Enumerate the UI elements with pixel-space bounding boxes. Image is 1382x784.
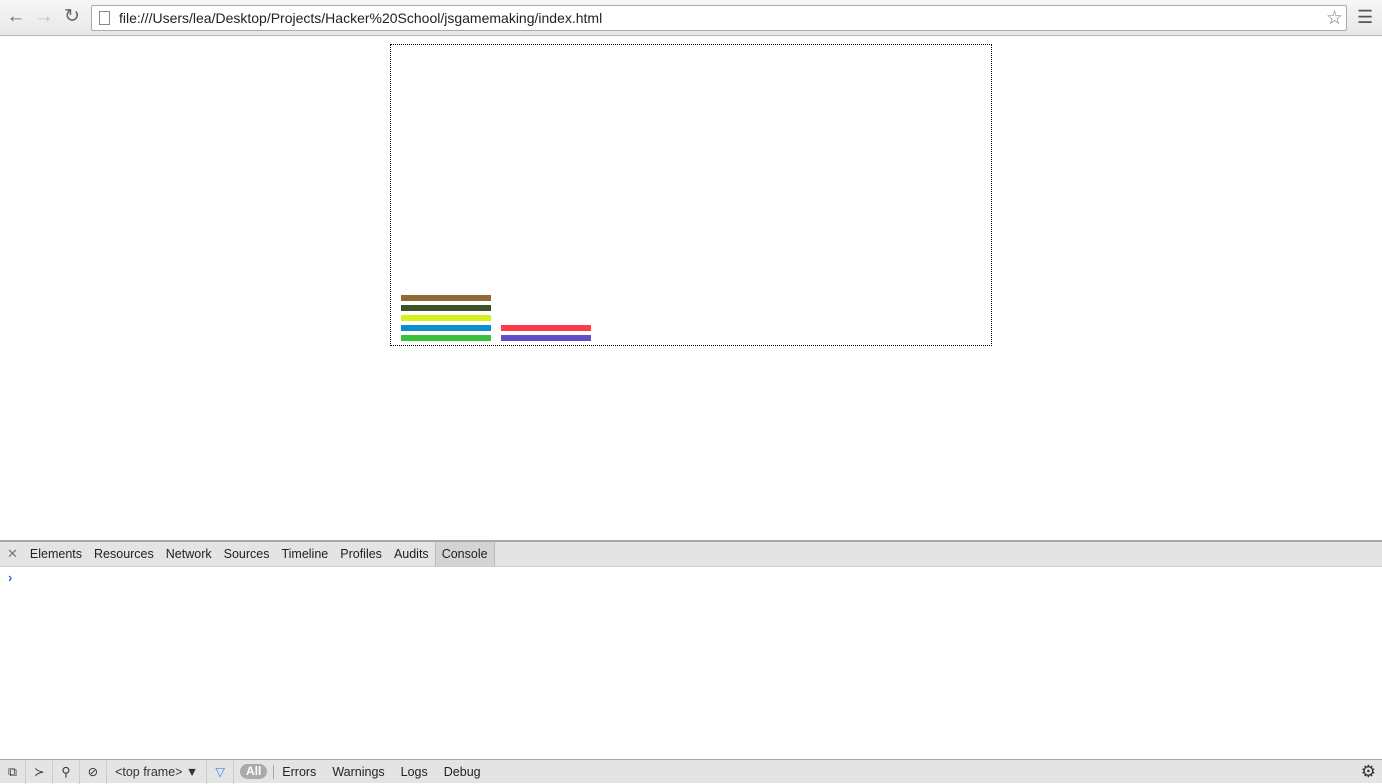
- devtools-status-bar: ⧉ ≻ ⚲ ⊘ <top frame> ▼ ▽ All Errors Warni…: [0, 759, 1382, 784]
- block-bar: [401, 305, 491, 311]
- filter-debug[interactable]: Debug: [436, 765, 489, 779]
- tab-console[interactable]: Console: [434, 542, 495, 566]
- tab-audits[interactable]: Audits: [388, 542, 435, 566]
- console-drawer-icon[interactable]: ≻: [26, 759, 54, 784]
- star-icon[interactable]: ☆: [1326, 7, 1343, 30]
- game-canvas[interactable]: [390, 44, 992, 346]
- filter-all-button[interactable]: All: [239, 764, 268, 779]
- back-icon[interactable]: ←: [5, 6, 27, 28]
- search-icon[interactable]: ⚲: [53, 759, 80, 784]
- dock-icon[interactable]: ⧉: [0, 759, 26, 784]
- filter-errors[interactable]: Errors: [274, 765, 324, 779]
- reload-icon[interactable]: ↻: [61, 6, 83, 28]
- block-bar: [401, 335, 491, 341]
- devtools-panel: ✕ Elements Resources Network Sources Tim…: [0, 540, 1382, 784]
- tab-elements[interactable]: Elements: [24, 542, 88, 566]
- filter-icon[interactable]: ▽: [207, 759, 234, 784]
- frame-select[interactable]: <top frame> ▼: [107, 759, 208, 784]
- tab-sources[interactable]: Sources: [218, 542, 276, 566]
- block-bar: [501, 325, 591, 331]
- gear-icon[interactable]: ⚙: [1361, 762, 1376, 782]
- url-text[interactable]: file:///Users/lea/Desktop/Projects/Hacke…: [119, 10, 602, 26]
- forward-icon[interactable]: →: [33, 6, 55, 28]
- tab-resources[interactable]: Resources: [88, 542, 160, 566]
- block-bar: [401, 325, 491, 331]
- devtools-tabs: ✕ Elements Resources Network Sources Tim…: [0, 540, 1382, 567]
- menu-icon[interactable]: ☰: [1357, 7, 1373, 28]
- address-bar[interactable]: file:///Users/lea/Desktop/Projects/Hacke…: [91, 5, 1347, 31]
- filter-warnings[interactable]: Warnings: [324, 765, 392, 779]
- clear-console-icon[interactable]: ⊘: [80, 759, 108, 784]
- browser-toolbar: ← → ↻ file:///Users/lea/Desktop/Projects…: [0, 0, 1382, 36]
- tab-network[interactable]: Network: [160, 542, 218, 566]
- block-bar: [401, 295, 491, 301]
- page-icon: [99, 11, 110, 25]
- console-prompt[interactable]: ›: [8, 570, 12, 585]
- filter-logs[interactable]: Logs: [393, 765, 436, 779]
- tab-profiles[interactable]: Profiles: [334, 542, 388, 566]
- close-icon[interactable]: ✕: [0, 546, 24, 562]
- tab-timeline[interactable]: Timeline: [275, 542, 334, 566]
- block-bar: [401, 315, 491, 321]
- block-bar: [501, 335, 591, 341]
